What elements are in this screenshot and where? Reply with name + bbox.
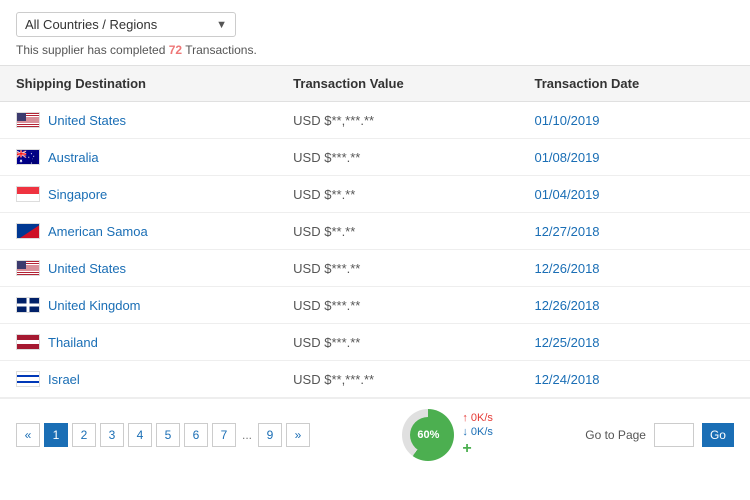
progress-badge: 60% (402, 409, 454, 461)
country-name-0[interactable]: United States (48, 113, 126, 128)
country-cell-inner: Thailand (16, 334, 261, 350)
value-cell-7: USD $**,***.** (277, 361, 518, 398)
flag-icon-7 (16, 371, 40, 387)
page-3-btn[interactable]: 3 (100, 423, 124, 447)
col-header-date: Transaction Date (518, 66, 750, 102)
date-cell-4: 12/26/2018 (518, 250, 750, 287)
transaction-count-number: 72 (169, 43, 182, 57)
country-cell-inner: American Samoa (16, 223, 261, 239)
table-row: United States USD $***.**12/26/2018 (0, 250, 750, 287)
value-cell-3: USD $**.** (277, 213, 518, 250)
date-cell-1: 01/08/2019 (518, 139, 750, 176)
goto-container: Go to Page Go (585, 423, 734, 447)
value-cell-2: USD $**.** (277, 176, 518, 213)
goto-button[interactable]: Go (702, 423, 734, 447)
page-7-btn[interactable]: 7 (212, 423, 236, 447)
progress-percent: 60% (417, 429, 439, 441)
goto-label: Go to Page (585, 428, 646, 442)
country-name-6[interactable]: Thailand (48, 335, 98, 350)
table-row: United States USD $**,***.**01/10/2019 (0, 102, 750, 139)
page-2-btn[interactable]: 2 (72, 423, 96, 447)
country-cell-4: United States (0, 250, 277, 287)
table-row: American Samoa USD $**.**12/27/2018 (0, 213, 750, 250)
pagination-ellipsis: ... (240, 428, 254, 442)
stats-mini: ↑ 0K/s ↓ 0K/s + (462, 412, 493, 458)
table-header-row: Shipping Destination Transaction Value T… (0, 66, 750, 102)
transaction-summary: This supplier has completed 72 Transacti… (16, 43, 734, 57)
goto-input[interactable] (654, 423, 694, 447)
date-cell-5: 12/26/2018 (518, 287, 750, 324)
table-row: Australia USD $***.**01/08/2019 (0, 139, 750, 176)
table-row: Thailand USD $***.**12/25/2018 (0, 324, 750, 361)
value-cell-1: USD $***.** (277, 139, 518, 176)
country-cell-1: Australia (0, 139, 277, 176)
country-name-7[interactable]: Israel (48, 372, 80, 387)
country-name-4[interactable]: United States (48, 261, 126, 276)
date-cell-2: 01/04/2019 (518, 176, 750, 213)
date-cell-6: 12/25/2018 (518, 324, 750, 361)
date-cell-0: 01/10/2019 (518, 102, 750, 139)
top-bar: All Countries / Regions ▼ This supplier … (0, 0, 750, 65)
country-name-3[interactable]: American Samoa (48, 224, 148, 239)
country-cell-inner: Israel (16, 371, 261, 387)
country-name-1[interactable]: Australia (48, 150, 99, 165)
country-cell-inner: United Kingdom (16, 297, 261, 313)
flag-icon-5 (16, 297, 40, 313)
country-name-5[interactable]: United Kingdom (48, 298, 141, 313)
country-cell-inner: Australia (16, 149, 261, 165)
country-cell-inner: United States (16, 112, 261, 128)
flag-icon-3 (16, 223, 40, 239)
transactions-table-container: Shipping Destination Transaction Value T… (0, 65, 750, 398)
country-cell-7: Israel (0, 361, 277, 398)
stats-up: ↑ 0K/s (462, 412, 493, 424)
pagination-controls: « 1 2 3 4 5 6 7 ... 9 » (16, 423, 310, 447)
col-header-value: Transaction Value (277, 66, 518, 102)
page-4-btn[interactable]: 4 (128, 423, 152, 447)
summary-suffix: Transactions. (182, 43, 257, 57)
flag-icon-2 (16, 186, 40, 202)
page-5-btn[interactable]: 5 (156, 423, 180, 447)
pagination-bar: « 1 2 3 4 5 6 7 ... 9 » 60% ↑ 0K/s ↓ 0K/… (0, 398, 750, 471)
page-1-btn[interactable]: 1 (44, 423, 68, 447)
country-cell-0: United States (0, 102, 277, 139)
table-row: United Kingdom USD $***.**12/26/2018 (0, 287, 750, 324)
col-header-destination: Shipping Destination (0, 66, 277, 102)
country-name-2[interactable]: Singapore (48, 187, 107, 202)
page-next-btn[interactable]: » (286, 423, 310, 447)
country-dropdown[interactable]: All Countries / Regions ▼ (16, 12, 236, 37)
country-cell-inner: United States (16, 260, 261, 276)
value-cell-4: USD $***.** (277, 250, 518, 287)
flag-icon-0 (16, 112, 40, 128)
value-cell-0: USD $**,***.** (277, 102, 518, 139)
country-cell-inner: Singapore (16, 186, 261, 202)
date-cell-7: 12/24/2018 (518, 361, 750, 398)
country-cell-6: Thailand (0, 324, 277, 361)
page-6-btn[interactable]: 6 (184, 423, 208, 447)
page-prev-btn[interactable]: « (16, 423, 40, 447)
table-row: Israel USD $**,***.**12/24/2018 (0, 361, 750, 398)
flag-icon-4 (16, 260, 40, 276)
page-last-btn[interactable]: 9 (258, 423, 282, 447)
date-cell-3: 12/27/2018 (518, 213, 750, 250)
dropdown-arrow-icon: ▼ (216, 19, 227, 31)
transactions-table: Shipping Destination Transaction Value T… (0, 65, 750, 398)
country-cell-5: United Kingdom (0, 287, 277, 324)
flag-icon-6 (16, 334, 40, 350)
table-row: Singapore USD $**.**01/04/2019 (0, 176, 750, 213)
value-cell-5: USD $***.** (277, 287, 518, 324)
stats-down: ↓ 0K/s (462, 426, 493, 438)
dropdown-label: All Countries / Regions (25, 17, 157, 32)
pagination-middle: 60% ↑ 0K/s ↓ 0K/s + (402, 409, 493, 461)
country-cell-2: Singapore (0, 176, 277, 213)
value-cell-6: USD $***.** (277, 324, 518, 361)
flag-icon-1 (16, 149, 40, 165)
progress-inner: 60% (410, 417, 446, 453)
stats-plus: + (462, 440, 493, 458)
country-cell-3: American Samoa (0, 213, 277, 250)
summary-text: This supplier has completed (16, 43, 169, 57)
